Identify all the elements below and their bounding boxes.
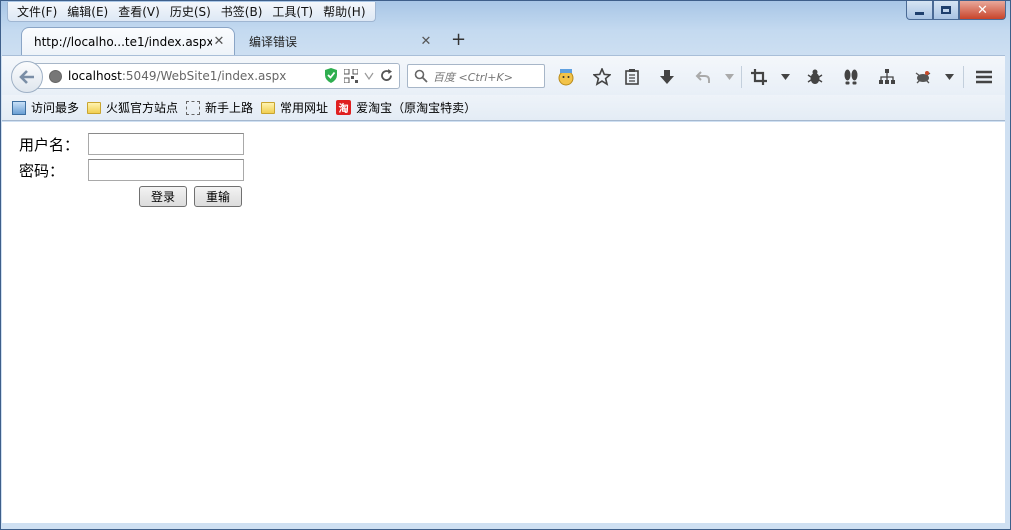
addon-face-icon[interactable] (557, 68, 575, 86)
crop-screenshot-icon[interactable] (750, 68, 768, 86)
window-controls: ✕ (906, 1, 1006, 20)
search-placeholder: 百度 <Ctrl+K> (433, 71, 513, 84)
reset-button[interactable]: 重输 (194, 186, 242, 207)
url-bar-icons (324, 68, 393, 83)
tab-strip: http://localho...te1/index.aspx ✕ 编译错误 ✕… (1, 25, 1010, 55)
tab-compile-error[interactable]: 编译错误 ✕ (237, 27, 441, 55)
crop-dropdown-icon[interactable] (776, 68, 794, 86)
taobao-icon: 淘 (336, 100, 352, 115)
folder-icon (87, 101, 102, 114)
login-button[interactable]: 登录 (139, 186, 187, 207)
firebug-icon[interactable] (914, 68, 932, 86)
bookmark-ai-taobao[interactable]: 淘 爱淘宝（原淘宝特卖） (336, 99, 476, 116)
close-icon: ✕ (977, 2, 988, 18)
dropdown-arrow-icon[interactable] (364, 72, 374, 80)
hamburger-menu-icon[interactable] (975, 68, 993, 86)
menu-history[interactable]: 历史(S) (165, 3, 216, 21)
url-text[interactable]: localhost:5049/WebSite1/index.aspx (68, 69, 286, 83)
folder-icon (261, 101, 276, 114)
new-tab-button[interactable]: + (451, 31, 466, 49)
bug-icon[interactable] (806, 68, 824, 86)
tab-label: http://localho...te1/index.aspx (34, 34, 212, 49)
password-label: 密码： (19, 161, 65, 180)
download-icon[interactable] (658, 68, 676, 86)
menu-edit[interactable]: 编辑(E) (62, 3, 113, 21)
menu-help[interactable]: 帮助(H) (318, 3, 370, 21)
tab-label: 编译错误 (249, 34, 298, 49)
qr-code-icon[interactable] (344, 68, 358, 83)
url-host: localhost (68, 69, 122, 83)
footprints-icon[interactable] (842, 68, 860, 86)
window-bottom-frame (2, 523, 1005, 529)
bookmark-getting-started[interactable]: 新手上路 (186, 99, 253, 116)
menu-bar: 文件(F) 编辑(E) 查看(V) 历史(S) 书签(B) 工具(T) 帮助(H… (7, 2, 376, 22)
minimize-button[interactable] (906, 1, 933, 20)
navigation-toolbar: localhost:5049/WebSite1/index.aspx 百度 <C… (2, 55, 1005, 95)
minimize-icon (915, 11, 924, 15)
username-label: 用户名： (19, 135, 80, 154)
maximize-icon (941, 6, 951, 14)
password-row: 密码： (19, 159, 244, 181)
bookmarks-toolbar: 访问最多 火狐官方站点 新手上路 常用网址 淘 爱淘宝（原淘宝特卖） (2, 95, 1005, 121)
url-bar[interactable]: localhost:5049/WebSite1/index.aspx (11, 61, 400, 93)
back-button[interactable] (11, 61, 43, 93)
menu-file[interactable]: 文件(F) (12, 3, 62, 21)
bookmark-label: 常用网址 (280, 101, 329, 115)
maximize-button[interactable] (933, 1, 959, 20)
username-input[interactable] (88, 133, 244, 155)
bookmark-common-sites[interactable]: 常用网址 (261, 99, 328, 116)
bookmark-firefox-official[interactable]: 火狐官方站点 (87, 99, 178, 116)
close-window-button[interactable]: ✕ (959, 1, 1006, 20)
username-row: 用户名： (19, 133, 244, 155)
undo-dropdown-icon[interactable] (720, 68, 738, 86)
search-bar[interactable]: 百度 <Ctrl+K> (407, 64, 545, 88)
url-path: :5049/WebSite1/index.aspx (121, 69, 287, 83)
menu-tools[interactable]: 工具(T) (267, 3, 318, 21)
menu-view[interactable]: 查看(V) (113, 3, 165, 21)
tab-index-aspx[interactable]: http://localho...te1/index.aspx ✕ (21, 27, 235, 55)
bookmark-label: 爱淘宝（原淘宝特卖） (356, 101, 477, 115)
reading-list-icon[interactable] (623, 68, 641, 86)
addon-dropdown-icon[interactable] (940, 68, 958, 86)
bookmark-most-visited[interactable]: 访问最多 (12, 99, 79, 116)
shield-icon[interactable] (324, 68, 338, 83)
browser-window: 文件(F) 编辑(E) 查看(V) 历史(S) 书签(B) 工具(T) 帮助(H… (0, 0, 1011, 530)
tab-close-icon[interactable]: ✕ (212, 34, 226, 49)
most-visited-icon (12, 100, 26, 115)
reload-icon[interactable] (380, 69, 393, 82)
bookmark-label: 访问最多 (31, 101, 80, 115)
bookmark-label: 新手上路 (205, 101, 254, 115)
sitemap-icon[interactable] (878, 68, 896, 86)
toolbar-separator (963, 66, 964, 88)
back-arrow-icon (19, 70, 34, 84)
undo-icon[interactable] (694, 68, 712, 86)
search-icon (414, 69, 428, 83)
menu-bookmarks[interactable]: 书签(B) (216, 3, 268, 21)
bookmark-label: 火狐官方站点 (106, 101, 179, 115)
toolbar-separator (741, 66, 742, 88)
site-identity-icon[interactable] (49, 70, 62, 83)
bookmark-star-icon[interactable] (593, 68, 611, 86)
page-icon (186, 100, 201, 115)
page-content: 用户名： 密码： 登录 重输 (2, 122, 1005, 523)
password-input[interactable] (88, 159, 244, 181)
tab-close-icon[interactable]: ✕ (419, 34, 433, 49)
